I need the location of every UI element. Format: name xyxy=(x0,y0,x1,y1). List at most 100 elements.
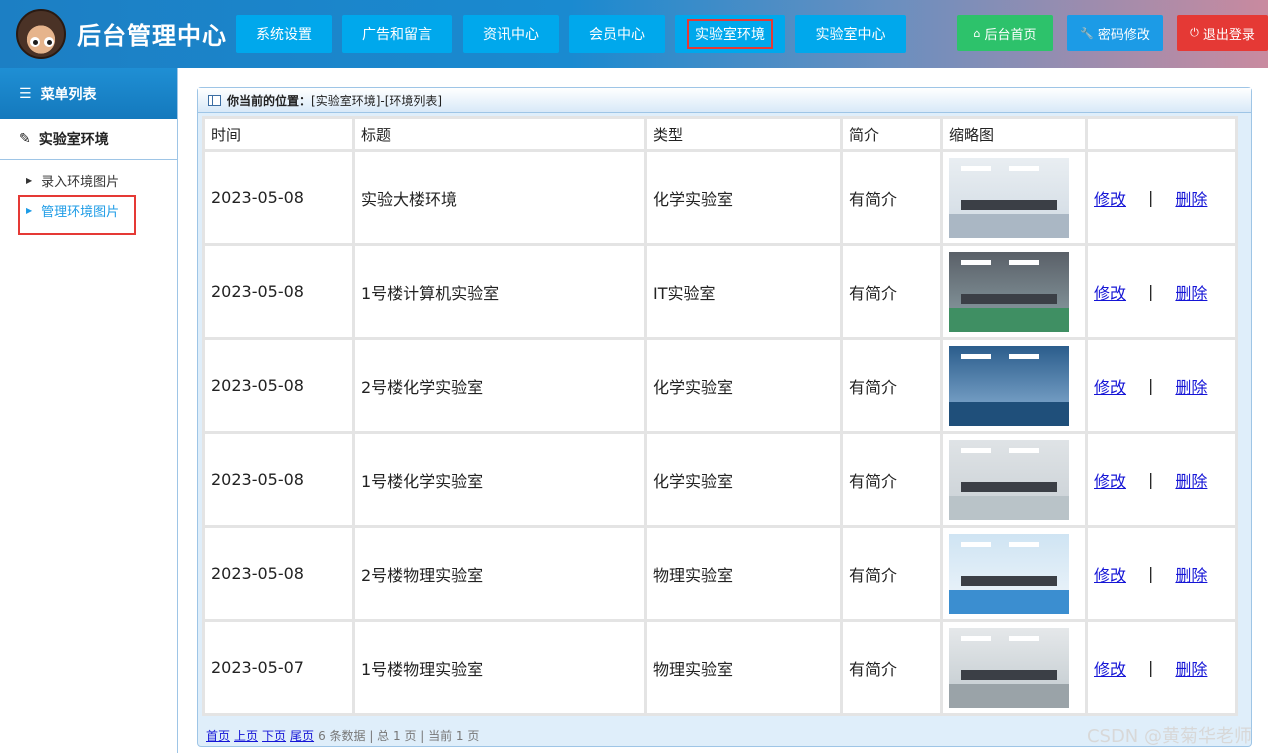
table-row: 2023-05-07 1号楼物理实验室 物理实验室 有简介 修改 | 删除 xyxy=(205,622,1235,713)
cell-type: 化学实验室 xyxy=(647,434,840,525)
cell-actions: 修改 | 删除 xyxy=(1088,246,1235,337)
table-row: 2023-05-08 1号楼化学实验室 化学实验室 有简介 修改 | 删除 xyxy=(205,434,1235,525)
content-panel: 你当前的位置： [实验室环境]-[环境列表] 时间 标题 类型 简介 缩略图 2… xyxy=(197,87,1252,747)
cell-actions: 修改 | 删除 xyxy=(1088,622,1235,713)
delete-link[interactable]: 删除 xyxy=(1175,374,1207,398)
watermark: CSDN @黄菊华老师 xyxy=(1086,726,1252,747)
list-icon: ☰ xyxy=(19,85,32,102)
cell-title: 2号楼物理实验室 xyxy=(355,528,644,619)
cell-thumbnail xyxy=(943,622,1085,713)
thumbnail-image xyxy=(949,627,1069,708)
nav-news-center[interactable]: 资讯中心 xyxy=(463,15,559,53)
delete-link[interactable]: 删除 xyxy=(1175,468,1207,492)
nav-lab-environment[interactable]: 实验室环境 xyxy=(675,15,785,53)
cell-type: IT实验室 xyxy=(647,246,840,337)
nav-lab-environment-label: 实验室环境 xyxy=(687,19,773,49)
breadcrumb: 你当前的位置： [实验室环境]-[环境列表] xyxy=(198,88,1251,113)
edit-link[interactable]: 修改 xyxy=(1094,280,1126,304)
thumbnail-image xyxy=(949,533,1069,614)
edit-icon: ✎ xyxy=(19,131,31,147)
cell-actions: 修改 | 删除 xyxy=(1088,528,1235,619)
nav-system-settings[interactable]: 系统设置 xyxy=(236,15,332,53)
cell-actions: 修改 | 删除 xyxy=(1088,152,1235,243)
table-row: 2023-05-08 2号楼物理实验室 物理实验室 有简介 修改 | 删除 xyxy=(205,528,1235,619)
delete-link[interactable]: 删除 xyxy=(1175,656,1207,680)
col-type: 类型 xyxy=(647,119,840,149)
cell-date: 2023-05-08 xyxy=(205,246,352,337)
menu-title: 菜单列表 xyxy=(40,86,97,103)
action-separator: | xyxy=(1148,564,1154,583)
cell-intro: 有简介 xyxy=(843,528,940,619)
delete-link[interactable]: 删除 xyxy=(1175,280,1207,304)
edit-link[interactable]: 修改 xyxy=(1094,656,1126,680)
thumbnail-image xyxy=(949,439,1069,520)
col-intro: 简介 xyxy=(843,119,940,149)
cell-actions: 修改 | 删除 xyxy=(1088,434,1235,525)
cell-intro: 有简介 xyxy=(843,434,940,525)
edit-link[interactable]: 修改 xyxy=(1094,468,1126,492)
cell-intro: 有简介 xyxy=(843,152,940,243)
sidebar-item-add-env-image[interactable]: ▶ 录入环境图片 xyxy=(26,171,119,190)
cell-thumbnail xyxy=(943,246,1085,337)
pager-prev[interactable]: 上页 xyxy=(234,727,258,744)
thumbnail-image xyxy=(949,345,1069,426)
action-separator: | xyxy=(1148,376,1154,395)
cell-date: 2023-05-08 xyxy=(205,434,352,525)
table-header-row: 时间 标题 类型 简介 缩略图 xyxy=(205,119,1235,149)
col-thumbnail: 缩略图 xyxy=(943,119,1085,149)
cell-thumbnail xyxy=(943,528,1085,619)
table-row: 2023-05-08 2号楼化学实验室 化学实验室 有简介 修改 | 删除 xyxy=(205,340,1235,431)
cell-intro: 有简介 xyxy=(843,622,940,713)
edit-link[interactable]: 修改 xyxy=(1094,186,1126,210)
power-icon: ⏻ xyxy=(1190,26,1199,39)
edit-link[interactable]: 修改 xyxy=(1094,374,1126,398)
cell-title: 实验大楼环境 xyxy=(355,152,644,243)
nav-ads-messages[interactable]: 广告和留言 xyxy=(342,15,452,53)
logout-button[interactable]: ⏻ 退出登录 xyxy=(1177,15,1268,51)
action-separator: | xyxy=(1148,658,1154,677)
environment-table: 时间 标题 类型 简介 缩略图 2023-05-08 实验大楼环境 化学实验室 有简介… xyxy=(202,116,1238,716)
nav-lab-center[interactable]: 实验室中心 xyxy=(795,15,906,53)
cell-intro: 有简介 xyxy=(843,340,940,431)
pager-next[interactable]: 下页 xyxy=(262,727,286,744)
cell-thumbnail xyxy=(943,340,1085,431)
cell-thumbnail xyxy=(943,434,1085,525)
pager-first[interactable]: 首页 xyxy=(206,727,230,744)
cell-date: 2023-05-08 xyxy=(205,340,352,431)
action-separator: | xyxy=(1148,470,1154,489)
cell-type: 化学实验室 xyxy=(647,340,840,431)
col-time: 时间 xyxy=(205,119,352,149)
cell-title: 2号楼化学实验室 xyxy=(355,340,644,431)
thumbnail-image xyxy=(949,251,1069,332)
delete-link[interactable]: 删除 xyxy=(1175,562,1207,586)
menu-header: ☰ 菜单列表 xyxy=(0,68,177,119)
top-header: 后台管理中心 系统设置 广告和留言 资讯中心 会员中心 实验室环境 实验室中心 … xyxy=(0,0,1268,68)
wrench-icon: 🔧 xyxy=(1080,26,1094,40)
home-button[interactable]: ⌂ 后台首页 xyxy=(957,15,1053,51)
cell-intro: 有简介 xyxy=(843,246,940,337)
action-separator: | xyxy=(1148,282,1154,301)
highlight-box xyxy=(18,195,136,235)
sidebar-item-label: 录入环境图片 xyxy=(41,175,120,190)
cell-date: 2023-05-07 xyxy=(205,622,352,713)
sidebar-group-lab-environment[interactable]: ✎ 实验室环境 xyxy=(0,119,177,160)
edit-link[interactable]: 修改 xyxy=(1094,562,1126,586)
breadcrumb-label: 你当前的位置： xyxy=(227,93,312,108)
delete-link[interactable]: 删除 xyxy=(1175,186,1207,210)
cell-type: 物理实验室 xyxy=(647,622,840,713)
pager-last[interactable]: 尾页 xyxy=(290,727,314,744)
sidebar-group-label: 实验室环境 xyxy=(38,132,109,148)
nav-member-center[interactable]: 会员中心 xyxy=(569,15,665,53)
pagination: 首页 上页 下页 尾页 6 条数据 | 总 1 页 | 当前 1 页 xyxy=(206,727,479,744)
home-icon: ⌂ xyxy=(973,26,981,40)
home-button-label: 后台首页 xyxy=(984,27,1037,43)
avatar xyxy=(16,9,66,59)
window-icon xyxy=(208,94,221,106)
table-row: 2023-05-08 1号楼计算机实验室 IT实验室 有简介 修改 | 删除 xyxy=(205,246,1235,337)
cell-type: 化学实验室 xyxy=(647,152,840,243)
change-password-label: 密码修改 xyxy=(1097,27,1150,43)
change-password-button[interactable]: 🔧 密码修改 xyxy=(1067,15,1163,51)
cell-date: 2023-05-08 xyxy=(205,528,352,619)
cell-title: 1号楼化学实验室 xyxy=(355,434,644,525)
logout-label: 退出登录 xyxy=(1202,27,1255,43)
